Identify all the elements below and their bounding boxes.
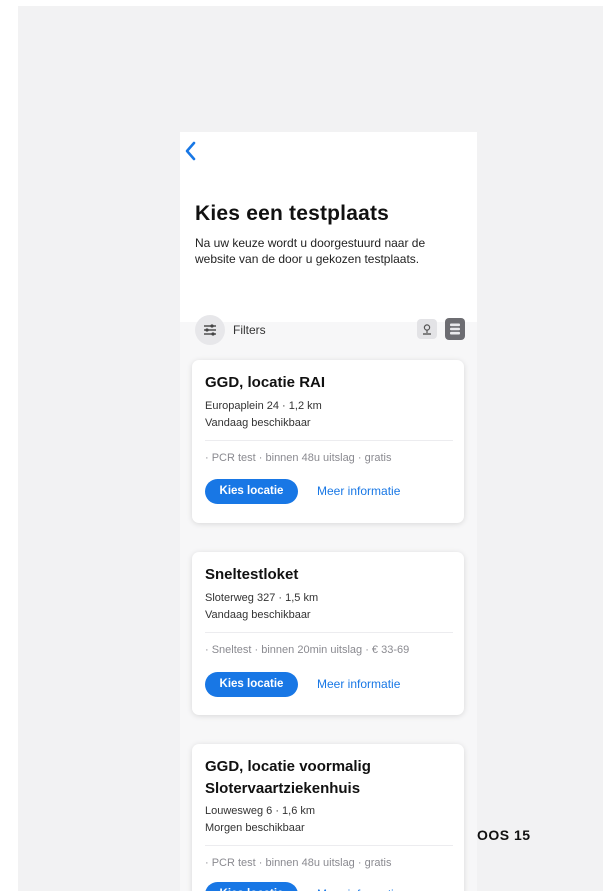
location-name: GGD, locatie RAI	[205, 374, 326, 391]
sliders-icon	[204, 324, 216, 336]
location-name: GGD, locatie voormalig Slotervaartzieken…	[205, 758, 371, 797]
location-card: GGD, locatie voormalig Slotervaartzieken…	[192, 744, 464, 891]
location-availability: Vandaag beschikbaar	[205, 609, 311, 621]
screen-header	[180, 132, 477, 322]
list-icon	[450, 323, 460, 335]
location-availability: Vandaag beschikbaar	[205, 417, 311, 429]
location-card: Sneltestloket Sloterweg 327 · 1,5 km Van…	[192, 552, 464, 715]
page-subtitle: Na uw keuze wordt u doorgestuurd naar de…	[195, 236, 426, 266]
location-tags: · PCR test · binnen 48u uitslag · gratis	[205, 857, 392, 869]
more-info-link[interactable]: Meer informatie	[317, 672, 400, 697]
location-address: Sloterweg 327 · 1,5 km	[205, 592, 319, 604]
location-availability: Morgen beschikbaar	[205, 822, 305, 834]
chevron-left-icon	[185, 141, 196, 161]
divider	[205, 845, 453, 846]
location-name: Sneltestloket	[205, 566, 299, 583]
location-tags: · PCR test · binnen 48u uitslag · gratis	[205, 452, 392, 464]
divider	[205, 632, 453, 633]
more-info-link[interactable]: Meer informatie	[317, 479, 400, 504]
filters-label: Filters	[233, 323, 266, 337]
side-label: OOS 15	[477, 827, 531, 843]
choose-location-button[interactable]: Kies locatie	[205, 479, 298, 504]
location-tags: · Sneltest · binnen 20min uitslag · € 33…	[205, 644, 410, 656]
filter-bar: Filters	[195, 315, 465, 345]
divider	[205, 440, 453, 441]
filters-button[interactable]	[195, 315, 225, 345]
location-address: Europaplein 24 · 1,2 km	[205, 400, 322, 412]
map-view-toggle[interactable]	[417, 319, 437, 339]
phone-screen: Kies een testplaats Na uw keuze wordt u …	[180, 132, 477, 891]
choose-location-button[interactable]: Kies locatie	[205, 672, 298, 697]
location-address: Louwesweg 6 · 1,6 km	[205, 805, 316, 817]
page-title: Kies een testplaats	[195, 202, 390, 225]
map-pin-icon	[423, 324, 431, 335]
list-view-toggle[interactable]	[445, 318, 465, 340]
back-button[interactable]	[184, 140, 206, 164]
choose-location-button[interactable]: Kies locatie	[205, 882, 298, 891]
location-card: GGD, locatie RAI Europaplein 24 · 1,2 km…	[192, 360, 464, 523]
more-info-link[interactable]: Meer informatie	[317, 882, 400, 891]
